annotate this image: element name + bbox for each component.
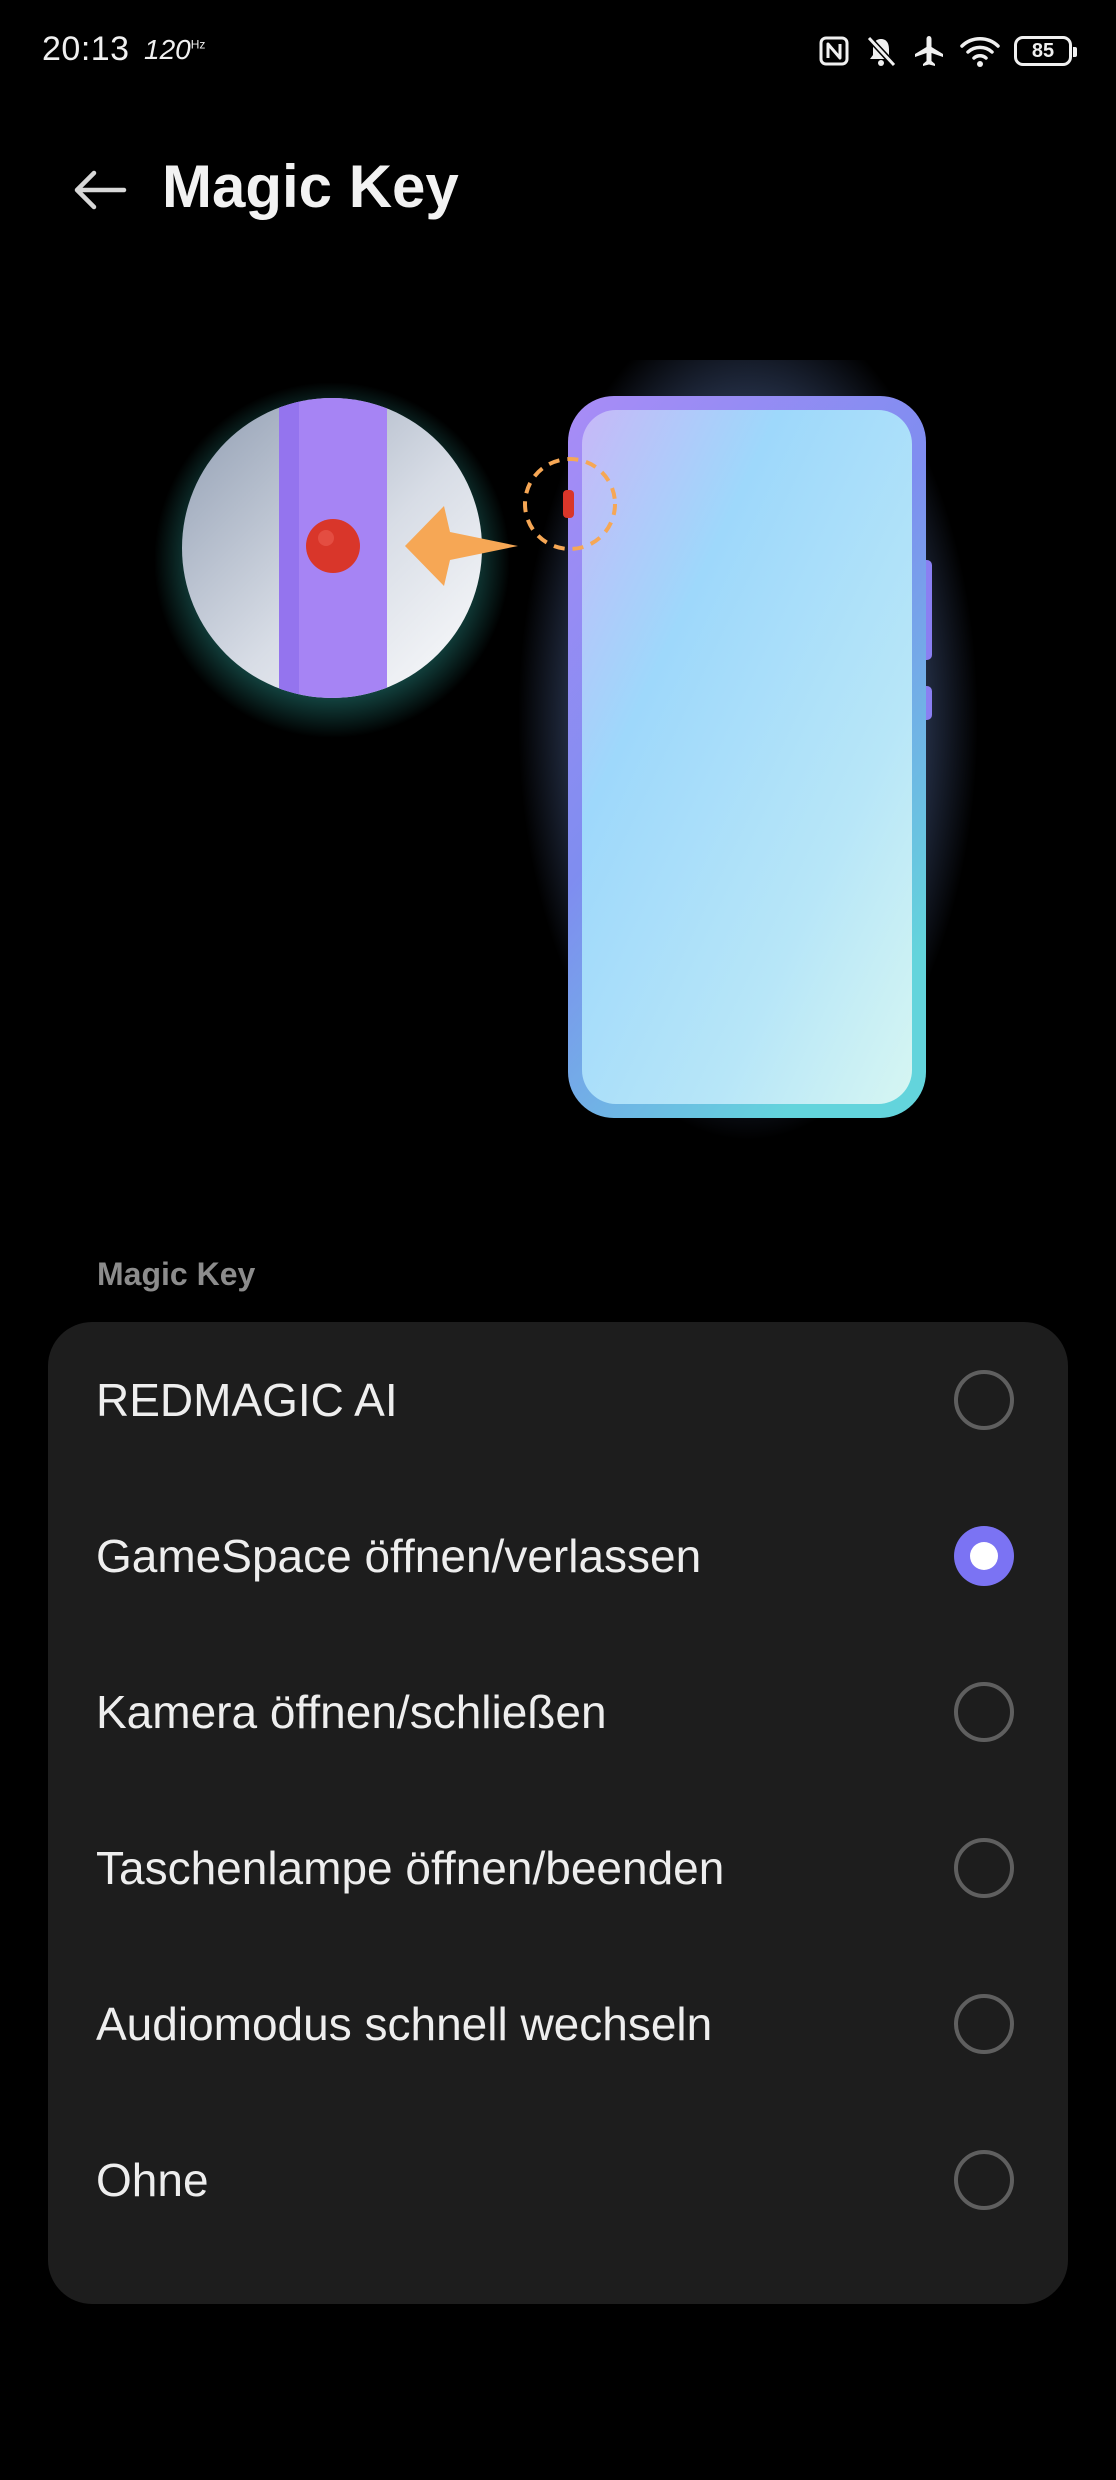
option-label: Taschenlampe öffnen/beenden	[96, 1842, 725, 1894]
options-card: REDMAGIC AI GameSpace öffnen/verlassen K…	[48, 1322, 1068, 2304]
radio-button-unchecked[interactable]	[954, 1682, 1014, 1742]
nfc-icon	[818, 35, 850, 67]
radio-button-unchecked[interactable]	[954, 1994, 1014, 2054]
phone-screen	[582, 410, 912, 1104]
radio-button-unchecked[interactable]	[954, 1370, 1014, 1430]
battery-icon: 85	[1014, 36, 1077, 66]
option-label: REDMAGIC AI	[96, 1374, 398, 1426]
option-label: Audiomodus schnell wechseln	[96, 1998, 713, 2050]
option-redmagic-ai[interactable]: REDMAGIC AI	[48, 1322, 1068, 1478]
refresh-rate-unit: Hz	[190, 37, 206, 52]
status-bar: 20:13 120Hz 85	[0, 0, 1116, 100]
back-button[interactable]	[60, 150, 140, 230]
option-label: Ohne	[96, 2154, 209, 2206]
radio-button-unchecked[interactable]	[954, 2150, 1014, 2210]
airplane-icon	[912, 34, 946, 68]
option-label: Kamera öffnen/schließen	[96, 1686, 607, 1738]
option-none[interactable]: Ohne	[48, 2102, 1068, 2258]
wifi-icon	[960, 34, 1000, 68]
magic-key-dot	[306, 519, 360, 573]
battery-level: 85	[1031, 40, 1055, 62]
page-title: Magic Key	[162, 153, 459, 220]
radio-button-unchecked[interactable]	[954, 1838, 1014, 1898]
status-icons: 85	[818, 30, 1077, 72]
status-time: 20:13	[42, 30, 130, 68]
magic-key-marker	[563, 490, 574, 518]
section-label: Magic Key	[97, 1256, 256, 1292]
option-gamespace[interactable]: GameSpace öffnen/verlassen	[48, 1478, 1068, 1634]
refresh-rate-indicator: 120Hz	[144, 34, 205, 66]
refresh-rate-value: 120	[144, 34, 191, 65]
option-camera[interactable]: Kamera öffnen/schließen	[48, 1634, 1068, 1790]
magic-key-illustration	[0, 300, 1116, 1140]
option-flashlight[interactable]: Taschenlampe öffnen/beenden	[48, 1790, 1068, 1946]
option-label: GameSpace öffnen/verlassen	[96, 1530, 702, 1582]
bell-muted-icon	[864, 34, 898, 68]
option-audio-mode[interactable]: Audiomodus schnell wechseln	[48, 1946, 1068, 2102]
radio-button-checked[interactable]	[954, 1526, 1014, 1586]
arrow-left-icon	[74, 170, 127, 210]
